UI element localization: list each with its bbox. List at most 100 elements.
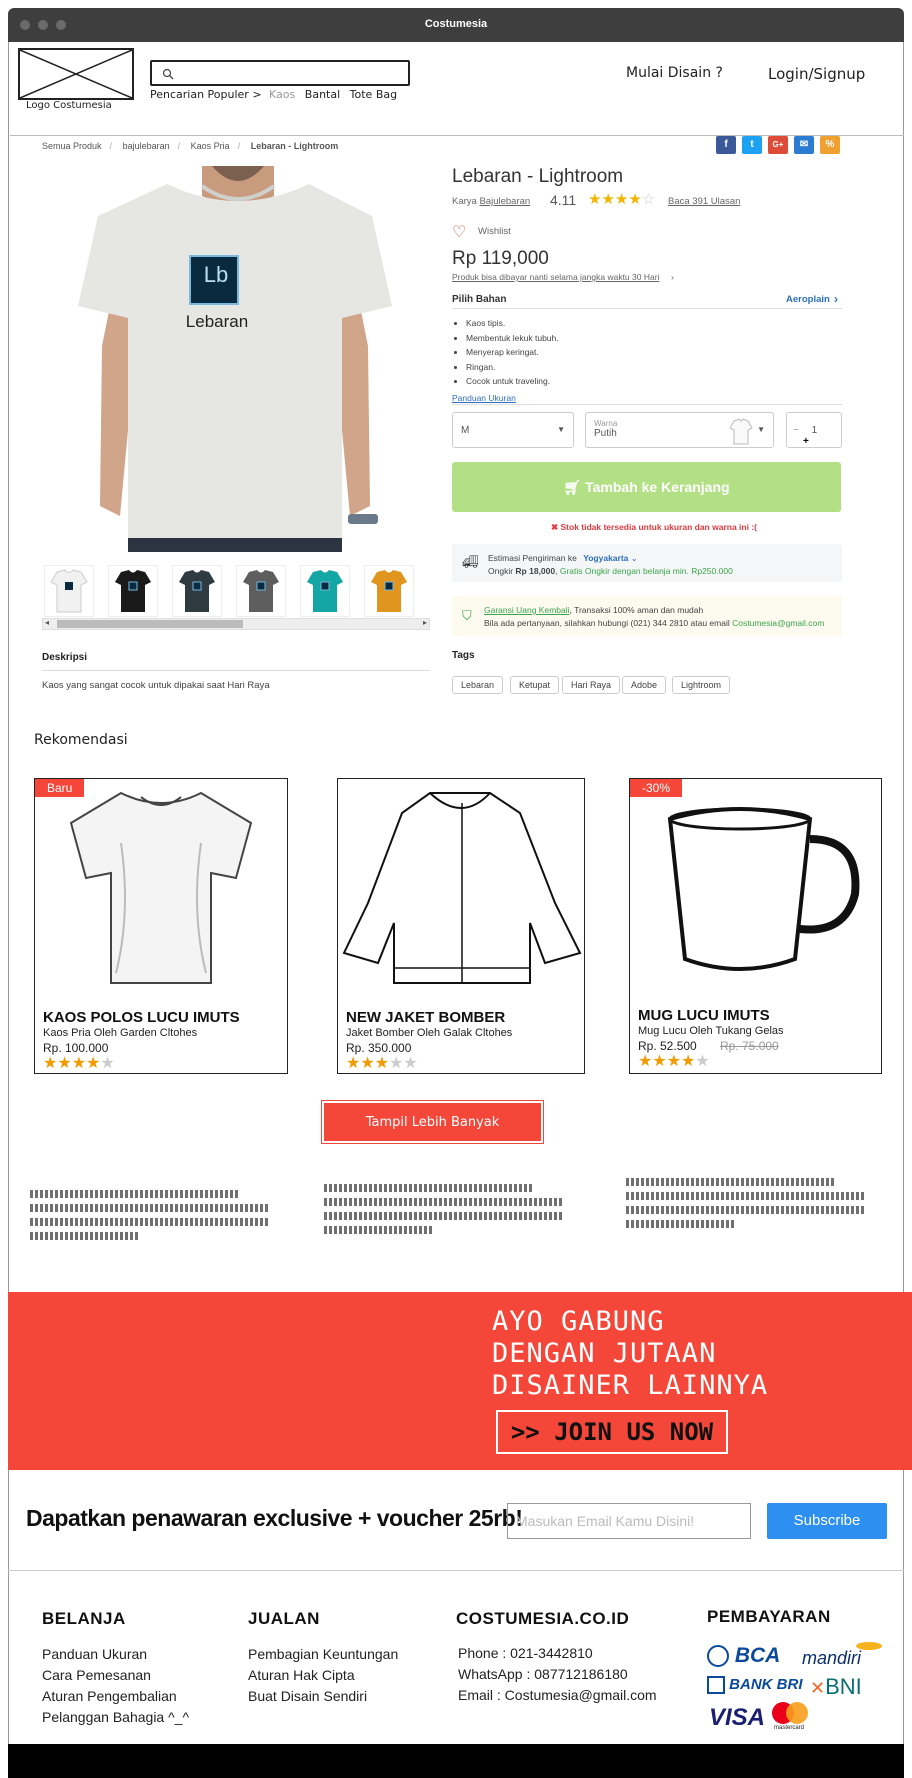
thumbnail[interactable] bbox=[108, 565, 158, 617]
footer-link[interactable]: Panduan Ukuran bbox=[42, 1644, 189, 1665]
feature-item: Cocok untuk traveling. bbox=[466, 374, 559, 389]
stock-warning-text: Stok tidak tersedia untuk ukuran dan war… bbox=[560, 522, 757, 532]
feature-item: Kaos tipis. bbox=[466, 316, 559, 331]
tag-adobe[interactable]: Adobe bbox=[622, 676, 667, 694]
shipping-label: Estimasi Pengiriman ke bbox=[488, 553, 577, 563]
shipping-cost-label: Ongkir bbox=[488, 566, 514, 576]
wishlist-label[interactable]: Wishlist bbox=[478, 226, 511, 237]
footer-link[interactable]: Pembagian Keuntungan bbox=[248, 1644, 398, 1665]
tag-lebaran[interactable]: Lebaran bbox=[452, 676, 504, 694]
thumbnail[interactable] bbox=[364, 565, 414, 617]
jacket-sketch-image bbox=[342, 792, 582, 984]
quantity-value: 1 bbox=[811, 425, 818, 436]
footer-title-company: COSTUMESIA.CO.ID bbox=[456, 1609, 630, 1628]
star-empty-icon: ★★ bbox=[389, 1055, 418, 1072]
placeholder-text-block bbox=[30, 1190, 270, 1240]
chevron-down-icon[interactable]: ⌄ bbox=[631, 553, 638, 563]
link-icon[interactable]: % bbox=[820, 136, 840, 154]
scroll-right-icon[interactable]: ▸ bbox=[423, 618, 427, 627]
tag-hari-raya[interactable]: Hari Raya bbox=[562, 676, 621, 694]
feature-item: Menyerap keringat. bbox=[466, 345, 559, 360]
footer-link[interactable]: Cara Pemesanan bbox=[42, 1665, 189, 1686]
recommend-title: Rekomendasi bbox=[34, 732, 128, 748]
email-icon[interactable]: ✉ bbox=[794, 136, 814, 154]
add-to-cart-button[interactable]: 🛒︎ Tambah ke Keranjang bbox=[452, 462, 841, 512]
card-title: MUG LUCU IMUTS bbox=[638, 1007, 770, 1024]
facebook-icon[interactable]: f bbox=[716, 136, 736, 154]
bca-text: BCA bbox=[734, 1644, 781, 1667]
scroll-left-icon[interactable]: ◂ bbox=[45, 618, 49, 627]
product-card[interactable]: NEW JAKET BOMBER Jaket Bomber Oleh Galak… bbox=[337, 778, 585, 1074]
footer-link[interactable]: Aturan Hak Cipta bbox=[248, 1665, 398, 1686]
contact-line: Bila ada pertanyaan, silahkan hubungi (0… bbox=[484, 618, 824, 628]
thumbnail[interactable] bbox=[300, 565, 350, 617]
product-card[interactable]: -30% MUG LUCU IMUTS Mug Lucu Oleh Tukang… bbox=[629, 778, 882, 1074]
add-to-cart-label: Tambah ke Keranjang bbox=[585, 479, 730, 495]
mandiri-wave-icon bbox=[856, 1642, 882, 1650]
tags-title: Tags bbox=[452, 650, 475, 661]
breadcrumb-item[interactable]: bajulebaran bbox=[123, 141, 170, 151]
card-stars: ★★★★★ bbox=[346, 1053, 418, 1073]
product-card[interactable]: Baru KAOS POLOS LUCU IMUTS Kaos Pria Ole… bbox=[34, 778, 288, 1074]
search-input[interactable] bbox=[150, 60, 410, 86]
join-us-button[interactable]: >> JOIN US NOW bbox=[496, 1410, 728, 1454]
quantity-stepper[interactable]: − 1 + bbox=[786, 412, 842, 448]
scrollbar-thumb[interactable] bbox=[57, 620, 243, 628]
nav-start-design[interactable]: Mulai Disain ? bbox=[626, 65, 723, 81]
subscribe-button[interactable]: Subscribe bbox=[767, 1503, 887, 1539]
breadcrumb-item[interactable]: Kaos Pria bbox=[191, 141, 230, 151]
thumbnail[interactable] bbox=[44, 565, 94, 617]
author-link[interactable]: Bajulebaran bbox=[479, 196, 530, 207]
breadcrumb-item[interactable]: Semua Produk bbox=[42, 141, 102, 151]
card-stars: ★★★★★ bbox=[43, 1053, 115, 1073]
tag-lightroom[interactable]: Lightroom bbox=[672, 676, 731, 694]
mastercard-text: mastercard bbox=[773, 1725, 804, 1731]
bca-emblem-icon bbox=[707, 1645, 729, 1668]
material-select[interactable]: Aeroplain bbox=[786, 294, 830, 305]
rating-value: 4.11 bbox=[550, 192, 577, 208]
nav-login[interactable]: Login/Signup bbox=[768, 65, 865, 83]
popular-item-kaos[interactable]: Kaos bbox=[269, 88, 295, 101]
footer-links-jualan: Pembagian Keuntungan Aturan Hak Cipta Bu… bbox=[248, 1644, 398, 1707]
chevron-right-icon: › bbox=[834, 292, 838, 306]
footer-link[interactable]: Pelanggan Bahagia ^_^ bbox=[42, 1707, 189, 1728]
twitter-icon[interactable]: t bbox=[742, 136, 762, 154]
caret-down-icon: ▼ bbox=[557, 425, 565, 434]
feature-item: Ringan. bbox=[466, 360, 559, 375]
thumbnail-scrollbar[interactable]: ◂ ▸ bbox=[42, 618, 430, 630]
logo-placeholder[interactable] bbox=[18, 48, 134, 100]
plus-icon[interactable]: + bbox=[803, 436, 809, 447]
popular-item-tote-bag[interactable]: Tote Bag bbox=[350, 88, 397, 101]
divider bbox=[452, 308, 842, 309]
pay-later-link[interactable]: Produk bisa dibayar nanti selama jangka … bbox=[452, 272, 659, 282]
mandiri-logo: mandiri bbox=[802, 1648, 862, 1668]
google-plus-icon[interactable]: G+ bbox=[768, 136, 788, 154]
banner-line: AYO GABUNG bbox=[492, 1306, 665, 1337]
size-select[interactable]: M ▼ bbox=[452, 412, 574, 448]
window-title: Costumesia bbox=[424, 18, 488, 30]
popular-item-bantal[interactable]: Bantal bbox=[305, 88, 340, 101]
footer-link[interactable]: Aturan Pengembalian bbox=[42, 1686, 189, 1707]
card-title: KAOS POLOS LUCU IMUTS bbox=[43, 1009, 240, 1026]
divider bbox=[42, 670, 430, 671]
shipping-line: Estimasi Pengiriman ke Yogyakarta ⌄ bbox=[488, 553, 638, 564]
thumbnail[interactable] bbox=[172, 565, 222, 617]
heart-icon[interactable]: ♡ bbox=[452, 222, 466, 242]
size-guide-link[interactable]: Panduan Ukuran bbox=[452, 393, 516, 403]
newsletter-email-input[interactable]: Masukan Email Kamu Disini! bbox=[507, 1503, 751, 1539]
color-select[interactable]: Warna Putih ▼ bbox=[585, 412, 774, 448]
stock-warning: ✖ Stok tidak tersedia untuk ukuran dan w… bbox=[551, 522, 757, 533]
guarantee-link[interactable]: Garansi Uang Kembali bbox=[484, 605, 570, 615]
tshirt-sketch-image bbox=[69, 791, 253, 984]
thumbnail[interactable] bbox=[236, 565, 286, 617]
product-image[interactable]: Lb Lebaran bbox=[42, 166, 428, 552]
material-label: Pilih Bahan bbox=[452, 294, 507, 305]
footer-link[interactable]: Buat Disain Sendiri bbox=[248, 1686, 398, 1707]
reviews-link[interactable]: Baca 391 Ulasan bbox=[668, 196, 740, 207]
show-more-button[interactable]: Tampil Lebih Banyak bbox=[322, 1101, 543, 1143]
tag-ketupat[interactable]: Ketupat bbox=[510, 676, 560, 694]
contact-email-link[interactable]: Costumesia@gmail.com bbox=[732, 618, 824, 628]
card-subtitle: Jaket Bomber Oleh Galak Cltohes bbox=[346, 1027, 513, 1039]
shipping-city-select[interactable]: Yogyakarta bbox=[583, 553, 628, 563]
minus-icon[interactable]: − bbox=[793, 425, 799, 436]
